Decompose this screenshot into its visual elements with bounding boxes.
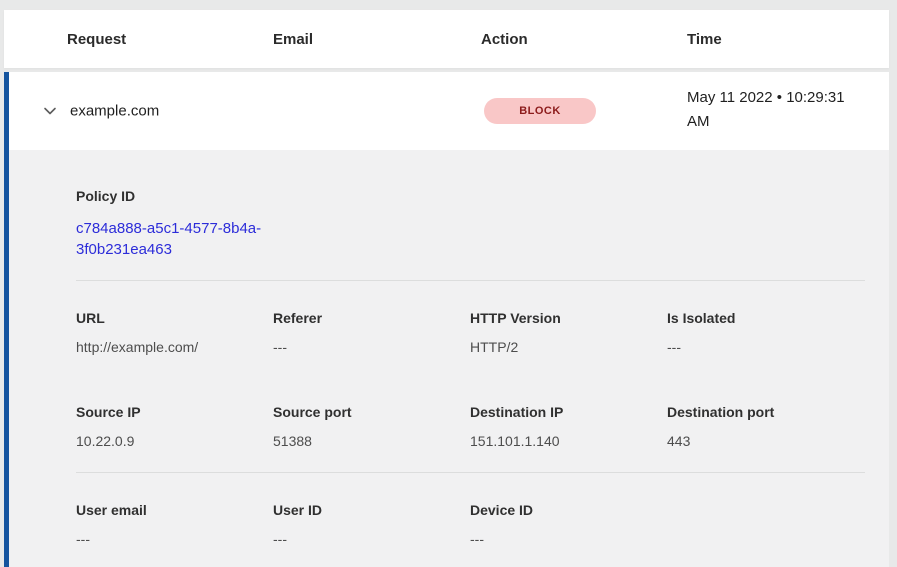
field-label: User email [76, 501, 273, 519]
column-header-email: Email [273, 31, 481, 48]
field-value: 51388 [273, 432, 470, 450]
detail-field-referer: Referer --- [273, 309, 470, 356]
detail-field-source-port: Source port 51388 [273, 403, 470, 450]
field-label: Device ID [470, 501, 667, 519]
table-header-row: Request Email Action Time [4, 10, 889, 68]
detail-field-url: URL http://example.com/ [76, 309, 273, 356]
detail-field-device-id: Device ID --- [470, 501, 667, 548]
field-value: 151.101.1.140 [470, 432, 667, 450]
policy-id-label: Policy ID [76, 187, 865, 205]
detail-row-http: URL http://example.com/ Referer --- HTTP… [76, 309, 865, 356]
log-row[interactable]: example.com BLOCK May 11 2022 • 10:29:31… [9, 72, 889, 150]
field-label: Destination IP [470, 403, 667, 421]
field-value: http://example.com/ [76, 338, 273, 356]
request-domain: example.com [70, 103, 159, 120]
field-label: User ID [273, 501, 470, 519]
field-value: --- [76, 530, 273, 548]
detail-field-user-id: User ID --- [273, 501, 470, 548]
action-block-badge: BLOCK [484, 98, 596, 124]
field-value: HTTP/2 [470, 338, 667, 356]
column-header-action: Action [481, 31, 687, 48]
field-label: Referer [273, 309, 470, 327]
policy-id-link[interactable]: c784a888-a5c1-4577-8b4a-3f0b231ea463 [76, 218, 276, 260]
detail-field-is-isolated: Is Isolated --- [667, 309, 864, 356]
detail-row-network: Source IP 10.22.0.9 Source port 51388 De… [76, 403, 865, 450]
field-label: Source IP [76, 403, 273, 421]
policy-id-block: Policy ID c784a888-a5c1-4577-8b4a-3f0b23… [76, 187, 865, 260]
field-label: URL [76, 309, 273, 327]
detail-field-user-email: User email --- [76, 501, 273, 548]
field-label: HTTP Version [470, 309, 667, 327]
row-detail-panel: Policy ID c784a888-a5c1-4577-8b4a-3f0b23… [9, 150, 889, 567]
detail-field-empty [667, 501, 864, 548]
row-timestamp: May 11 2022 • 10:29:31 AM [687, 86, 867, 134]
detail-field-http-version: HTTP Version HTTP/2 [470, 309, 667, 356]
field-value: 443 [667, 432, 864, 450]
detail-row-user: User email --- User ID --- Device ID --- [76, 501, 865, 548]
expanded-row-group: example.com BLOCK May 11 2022 • 10:29:31… [4, 72, 889, 567]
field-value: 10.22.0.9 [76, 432, 273, 450]
field-label: Source port [273, 403, 470, 421]
detail-divider [76, 280, 865, 281]
field-value: --- [470, 530, 667, 548]
field-label: Destination port [667, 403, 864, 421]
detail-field-source-ip: Source IP 10.22.0.9 [76, 403, 273, 450]
field-value: --- [273, 530, 470, 548]
detail-divider [76, 472, 865, 473]
detail-field-destination-port: Destination port 443 [667, 403, 864, 450]
detail-field-destination-ip: Destination IP 151.101.1.140 [470, 403, 667, 450]
column-header-time: Time [687, 31, 889, 48]
field-value: --- [667, 338, 864, 356]
field-value: --- [273, 338, 470, 356]
log-table: Request Email Action Time example.com BL… [4, 10, 889, 567]
column-header-request: Request [67, 31, 273, 48]
field-label: Is Isolated [667, 309, 864, 327]
chevron-down-icon[interactable] [42, 103, 58, 119]
